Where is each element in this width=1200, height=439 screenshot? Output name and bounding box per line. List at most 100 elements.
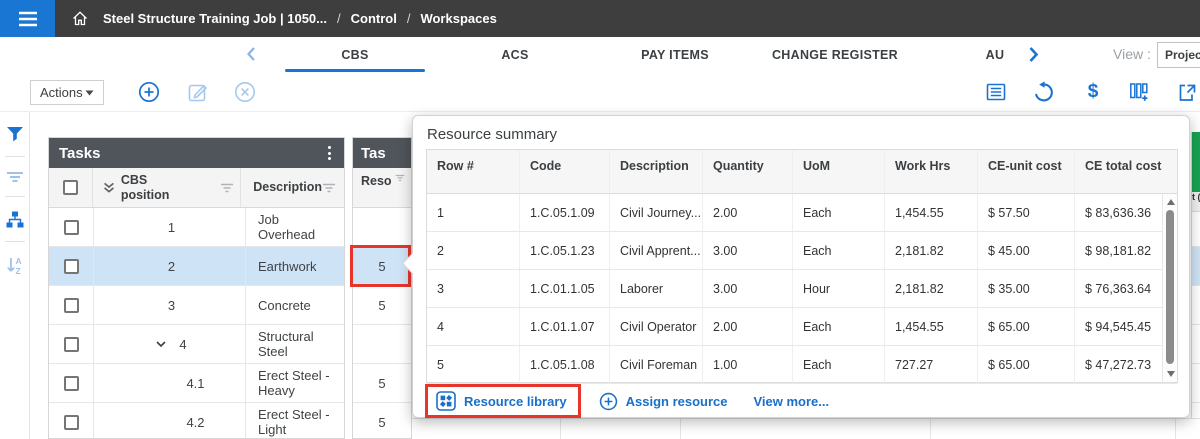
tab-audit[interactable]: AU xyxy=(915,37,1075,72)
undo-icon xyxy=(1035,81,1053,102)
annotation-box-resource-library: Resource library xyxy=(425,384,581,418)
popup-col-quantity: Quantity xyxy=(703,150,793,193)
row-checkbox[interactable] xyxy=(63,336,79,352)
undo-button[interactable] xyxy=(1033,81,1055,103)
export-button[interactable] xyxy=(1176,81,1198,103)
resource-count-cell-selected[interactable]: 5 xyxy=(353,247,411,286)
hamburger-menu-button[interactable] xyxy=(0,0,55,37)
view-more-link[interactable]: View more... xyxy=(753,394,829,409)
toolbar: Actions $ xyxy=(0,72,1200,112)
tab-cbs[interactable]: CBS xyxy=(275,37,435,72)
popup-col-ce-total-cost: CE total cost xyxy=(1085,159,1162,173)
underlying-grid-strip xyxy=(412,418,1200,439)
edit-button[interactable] xyxy=(187,81,209,103)
popup-col-description: Description xyxy=(610,150,703,193)
description-cell: Structural Steel xyxy=(258,329,314,359)
column-filter-icon[interactable] xyxy=(395,174,405,182)
scrollbar-thumb[interactable] xyxy=(1166,210,1174,364)
row-checkbox[interactable] xyxy=(63,297,79,313)
rail-divider xyxy=(4,196,25,197)
select-all-checkbox[interactable] xyxy=(62,180,78,195)
table-row[interactable]: 4.1 Erect Steel - Heavy xyxy=(49,364,344,403)
expand-chevron-icon[interactable] xyxy=(156,341,166,347)
tab-pay-items[interactable]: PAY ITEMS xyxy=(595,37,755,72)
popup-title: Resource summary xyxy=(427,126,558,143)
table-row[interactable]: 4.2 Erect Steel - Light xyxy=(49,403,344,438)
popup-footer: Resource library Assign resource View mo… xyxy=(425,384,829,418)
popup-table-row: 4 1.C.01.1.07 Civil Operator 2.00 Each 1… xyxy=(427,308,1177,346)
row-checkbox[interactable] xyxy=(63,375,79,391)
breadcrumb-workspaces[interactable]: Workspaces xyxy=(420,11,496,26)
sort-az-button[interactable]: AZ xyxy=(6,256,24,275)
filter-lines-button[interactable] xyxy=(6,171,24,183)
popup-scrollbar[interactable] xyxy=(1162,194,1177,382)
resource-count-cell[interactable]: 5 xyxy=(353,286,411,325)
add-column-button[interactable] xyxy=(1128,81,1150,103)
home-button[interactable] xyxy=(72,11,88,26)
sort-az-icon: AZ xyxy=(6,256,21,275)
svg-text:A: A xyxy=(15,256,21,266)
view-select[interactable]: Project c xyxy=(1157,42,1200,68)
breadcrumb-job[interactable]: Steel Structure Training Job | 1050... xyxy=(103,11,327,26)
table-row-selected[interactable]: 2 Earthwork xyxy=(49,247,344,286)
column-header-resources[interactable]: Reso xyxy=(353,168,411,208)
tasks-panel: Tasks CBS position Description 1 Job Ove… xyxy=(48,137,345,439)
filter-button[interactable] xyxy=(6,126,24,143)
table-row[interactable]: 3 Concrete xyxy=(49,286,344,325)
cbs-position-cell: 3 xyxy=(94,286,246,324)
row-checkbox[interactable] xyxy=(63,258,79,274)
scroll-up-icon[interactable] xyxy=(1166,199,1175,205)
hierarchy-button[interactable] xyxy=(6,211,24,228)
resource-summary-table: Row # Code Description Quantity UoM Work… xyxy=(426,149,1178,384)
table-row[interactable]: 4 Structural Steel xyxy=(49,325,344,364)
tasks-column-header: CBS position Description xyxy=(49,168,344,208)
resource-library-button[interactable]: Resource library xyxy=(436,391,567,411)
hamburger-icon xyxy=(18,11,37,26)
cancel-button[interactable] xyxy=(234,81,256,103)
left-rail: AZ xyxy=(0,112,30,439)
column-header-description[interactable]: Description xyxy=(241,168,344,207)
popup-table-row: 1 1.C.05.1.09 Civil Journey... 2.00 Each… xyxy=(427,194,1177,232)
resource-summary-popup: Resource summary Row # Code Description … xyxy=(401,115,1190,418)
table-row[interactable]: 1 Job Overhead xyxy=(49,208,344,247)
currency-button[interactable]: $ xyxy=(1082,81,1104,103)
cbs-position-cell: 1 xyxy=(94,208,246,246)
tabs-scroll-right-icon[interactable] xyxy=(1028,46,1039,68)
column-filter-icon[interactable] xyxy=(220,183,234,193)
resource-count-cell[interactable] xyxy=(353,325,411,364)
resource-count-cell[interactable] xyxy=(353,208,411,247)
actions-button[interactable]: Actions xyxy=(30,80,104,105)
kebab-menu-icon[interactable] xyxy=(325,143,334,163)
edit-icon xyxy=(188,84,208,102)
tabs-scroll-left-icon[interactable] xyxy=(246,46,256,67)
column-filter-icon[interactable] xyxy=(322,183,336,193)
row-checkbox[interactable] xyxy=(63,219,79,235)
collapse-all-icon[interactable] xyxy=(103,182,115,193)
filter-lines-icon xyxy=(6,172,23,182)
view-summary-button[interactable] xyxy=(985,81,1007,103)
popup-table-row: 2 1.C.05.1.23 Civil Apprent... 3.00 Each… xyxy=(427,232,1177,270)
export-icon xyxy=(1179,84,1196,101)
caret-down-icon xyxy=(85,90,94,95)
breadcrumb-separator: / xyxy=(336,11,341,26)
add-row-button[interactable] xyxy=(138,81,160,103)
row-checkbox[interactable] xyxy=(63,414,79,430)
column-header-cbs-position[interactable]: CBS position xyxy=(93,168,242,207)
clipped-column-header: t ( xyxy=(1192,192,1200,212)
breadcrumb-control[interactable]: Control xyxy=(351,11,397,26)
tasks-panel-title: Tasks xyxy=(59,144,101,162)
cbs-position-cell: 4.1 xyxy=(94,364,246,402)
tab-bar: CBS ACS PAY ITEMS CHANGE REGISTER AU Vie… xyxy=(0,37,1200,72)
add-column-icon xyxy=(1130,83,1148,101)
scroll-down-icon[interactable] xyxy=(1166,371,1175,377)
resource-count-cell[interactable]: 5 xyxy=(353,403,411,438)
resource-count-cell[interactable]: 5 xyxy=(353,364,411,403)
assign-resource-button[interactable]: Assign resource xyxy=(599,392,727,411)
tab-change-register[interactable]: CHANGE REGISTER xyxy=(755,37,915,72)
resources-panel-header: Tas xyxy=(353,138,411,168)
tasks-panel-header: Tasks xyxy=(49,138,344,168)
add-circle-icon xyxy=(599,392,617,410)
breadcrumb: Steel Structure Training Job | 1050... /… xyxy=(103,11,497,26)
tab-acs[interactable]: ACS xyxy=(435,37,595,72)
rail-divider xyxy=(4,241,25,242)
